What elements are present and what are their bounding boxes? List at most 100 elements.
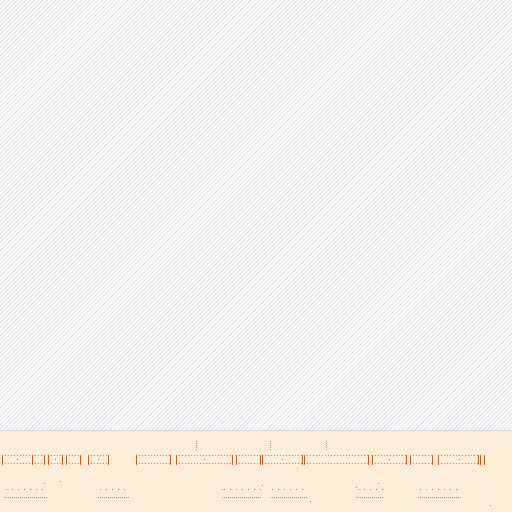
pattern-dot xyxy=(301,455,302,456)
pattern-bar xyxy=(108,455,109,465)
pattern-dot xyxy=(310,463,311,464)
pattern-dot xyxy=(428,455,429,456)
pattern-dot xyxy=(72,455,73,456)
pattern-dot xyxy=(179,455,180,456)
pattern-dot xyxy=(307,455,308,456)
pattern-dot xyxy=(23,455,24,456)
pattern-dot xyxy=(436,497,437,498)
pattern-dot xyxy=(103,463,104,464)
pattern-dot xyxy=(413,463,414,464)
pattern-dot xyxy=(254,489,255,490)
pattern-dot xyxy=(24,489,25,490)
pattern-tick xyxy=(270,441,271,442)
pattern-dot xyxy=(100,497,101,498)
pattern-tick xyxy=(270,447,271,448)
pattern-dot xyxy=(242,497,243,498)
pattern-dot xyxy=(444,497,445,498)
pattern-dot xyxy=(431,455,432,456)
pattern-dot xyxy=(20,463,21,464)
pattern-dot xyxy=(8,497,9,498)
pattern-dot xyxy=(209,455,210,456)
pattern-dot xyxy=(55,459,56,460)
pattern-dot xyxy=(265,463,266,464)
pattern-dot xyxy=(268,463,269,464)
pattern-dot xyxy=(278,489,279,490)
pattern-dot xyxy=(51,455,52,456)
pattern-dot xyxy=(191,455,192,456)
pattern-dot xyxy=(36,489,37,490)
pattern-dot xyxy=(215,455,216,456)
pattern-dot xyxy=(148,463,149,464)
pattern-dot xyxy=(349,463,350,464)
pattern-bar xyxy=(372,455,373,465)
pattern-dot xyxy=(313,455,314,456)
pattern-dot xyxy=(301,463,302,464)
pattern-dot xyxy=(242,455,243,456)
pattern-dot xyxy=(212,455,213,456)
pattern-dot xyxy=(29,463,30,464)
pattern-dot xyxy=(34,497,35,498)
main-dotted-row xyxy=(2,455,485,465)
pattern-dot xyxy=(290,497,291,498)
pattern-dot xyxy=(200,463,201,464)
pattern-dot xyxy=(248,463,249,464)
pattern-dot xyxy=(206,455,207,456)
pattern-dot xyxy=(5,463,6,464)
pattern-dot xyxy=(375,463,376,464)
pattern-dot xyxy=(284,497,285,498)
pattern-tick xyxy=(326,443,327,444)
pattern-dot xyxy=(425,463,426,464)
pattern-dot xyxy=(358,463,359,464)
pattern-dot xyxy=(286,455,287,456)
pattern-dot xyxy=(242,489,243,490)
pattern-dot xyxy=(322,463,323,464)
pattern-tick xyxy=(326,447,327,448)
pattern-dot xyxy=(41,455,42,456)
pattern-dot xyxy=(343,455,344,456)
pattern-dot xyxy=(188,455,189,456)
pattern-dot xyxy=(276,497,277,498)
pattern-dot xyxy=(450,489,451,490)
pattern-dot xyxy=(453,455,454,456)
pattern-dot xyxy=(139,463,140,464)
pattern-dot xyxy=(260,497,261,498)
pattern-dot xyxy=(242,463,243,464)
pattern-dot xyxy=(239,455,240,456)
pattern-dot xyxy=(375,455,376,456)
pattern-dot xyxy=(280,455,281,456)
pattern-dot xyxy=(277,455,278,456)
pattern-dot xyxy=(234,497,235,498)
pattern-dot xyxy=(302,489,303,490)
pattern-dot xyxy=(232,497,233,498)
pattern-dot xyxy=(399,455,400,456)
pattern-dot xyxy=(474,463,475,464)
pattern-dot xyxy=(272,497,273,498)
pattern-dot xyxy=(16,497,17,498)
pattern-dot xyxy=(114,497,115,498)
pattern-dot xyxy=(102,497,103,498)
pattern-dot xyxy=(91,455,92,456)
pattern-dot xyxy=(18,489,19,490)
pattern-dot xyxy=(179,463,180,464)
pattern-dot xyxy=(456,489,457,490)
pattern-bar xyxy=(368,455,369,465)
pattern-dot xyxy=(298,463,299,464)
pattern-dot xyxy=(468,455,469,456)
pattern-bar xyxy=(66,455,67,465)
pattern-bar xyxy=(410,455,411,465)
pattern-dot xyxy=(118,497,119,498)
pattern-dot xyxy=(459,459,460,460)
pattern-dot xyxy=(100,489,101,490)
pattern-dot xyxy=(292,497,293,498)
pattern-dot xyxy=(358,497,359,498)
pattern-dot xyxy=(17,455,18,456)
pattern-tick xyxy=(196,447,197,448)
pattern-dot xyxy=(419,455,420,456)
pattern-bar xyxy=(432,455,433,465)
pattern-dot xyxy=(396,455,397,456)
pattern-dot xyxy=(44,497,45,498)
pattern-dot xyxy=(280,497,281,498)
pattern-dot xyxy=(378,497,379,498)
pattern-dot xyxy=(337,463,338,464)
pattern-dot xyxy=(191,463,192,464)
